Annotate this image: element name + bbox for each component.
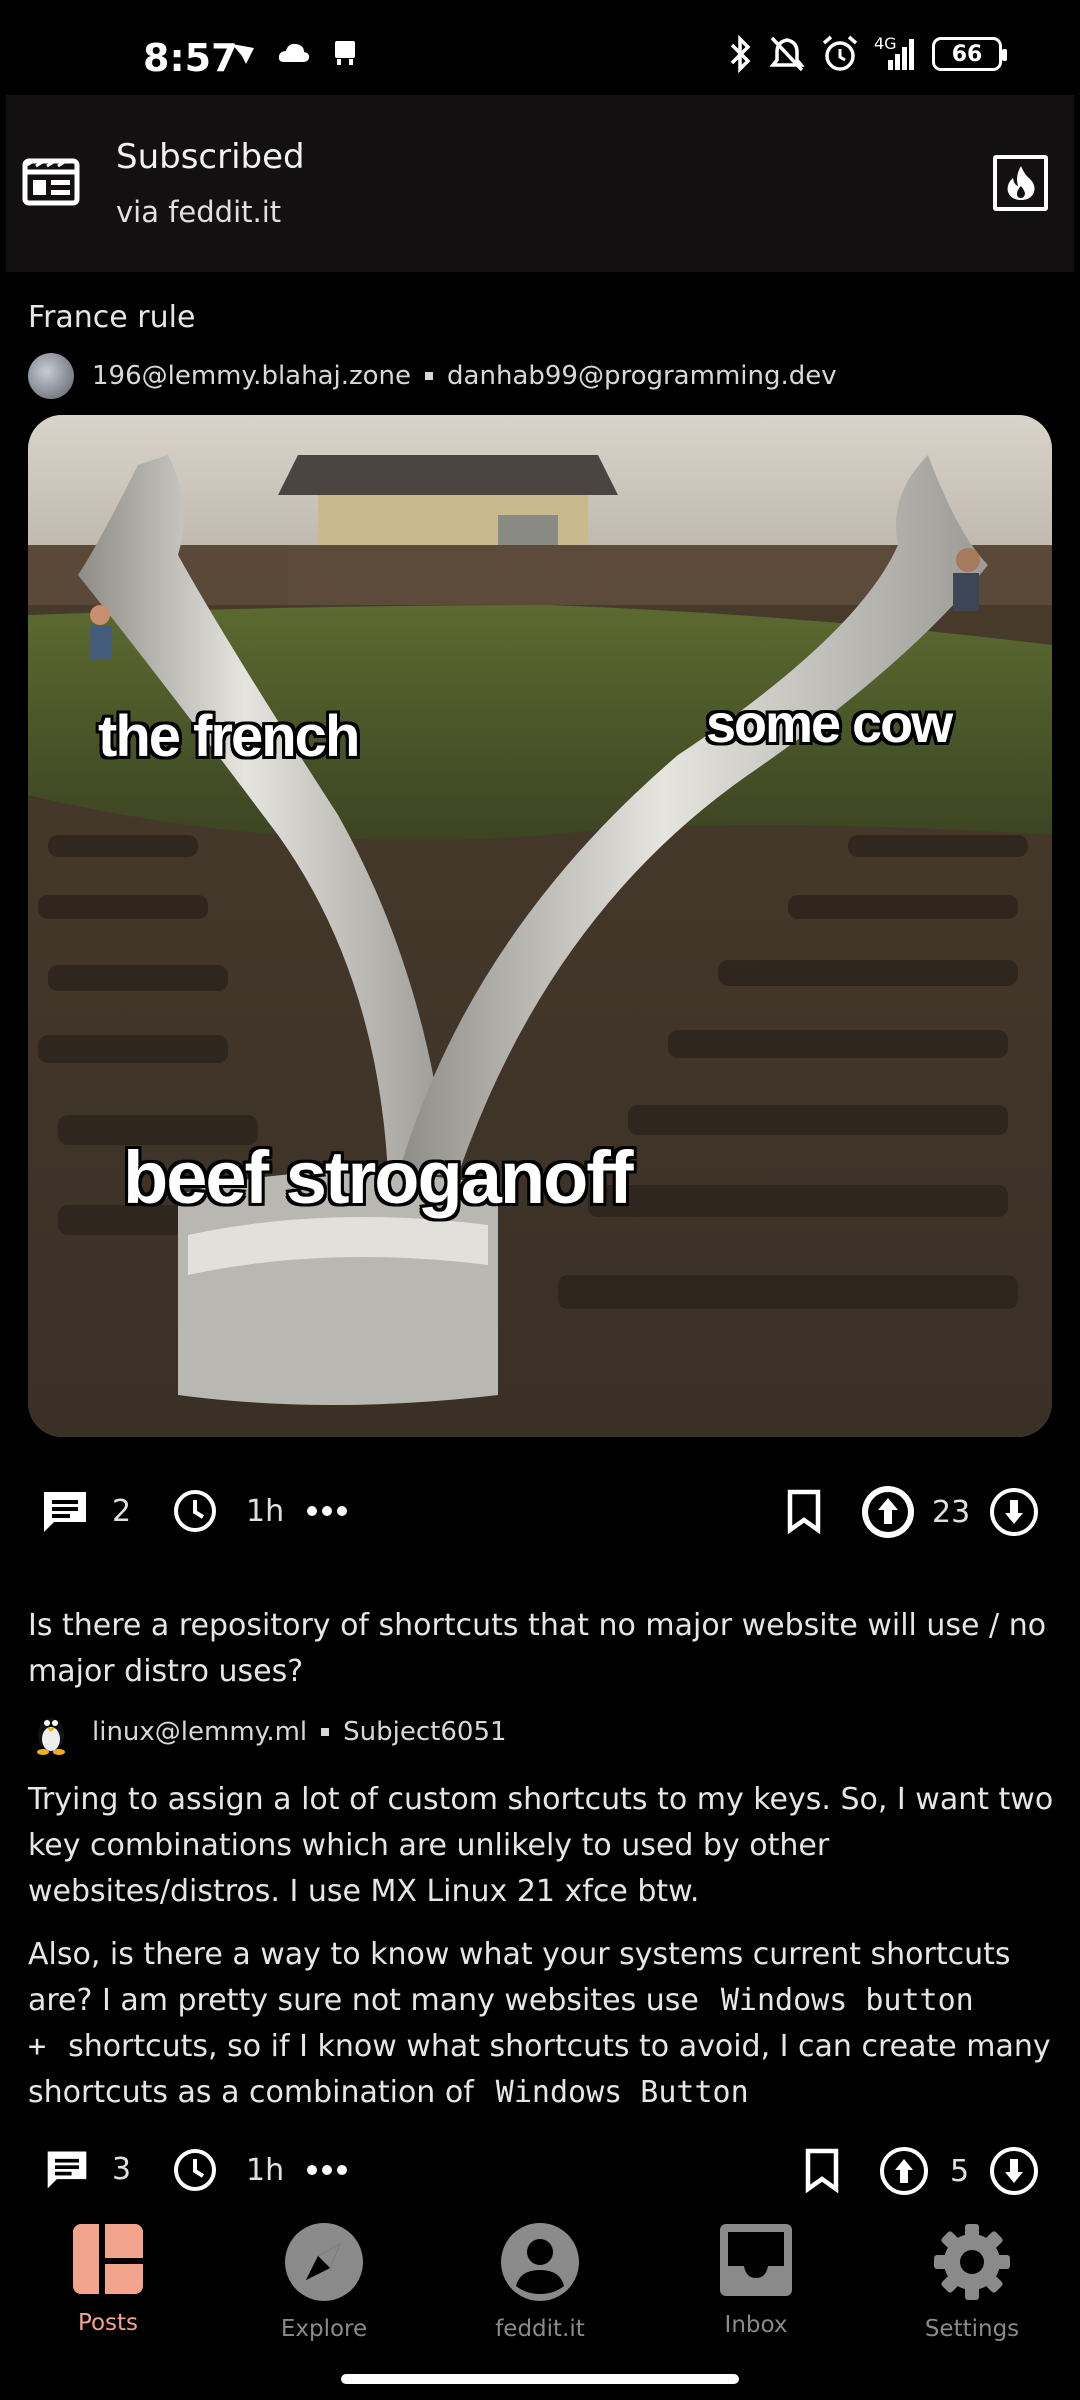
clock-icon <box>174 2149 216 2191</box>
inline-code: Windows Button <box>495 2075 749 2110</box>
meme-slide-illustration <box>28 415 1052 1437</box>
comments-button[interactable]: 2 <box>40 1488 131 1534</box>
alarm-icon <box>822 35 858 71</box>
author-link[interactable]: danhab99@programming.dev <box>447 361 837 391</box>
save-button[interactable] <box>784 1488 824 1534</box>
nav-posts[interactable]: Posts <box>23 2222 193 2336</box>
score: 5 <box>950 2153 970 2189</box>
notification-icon <box>232 44 254 64</box>
upvote-button[interactable]: 23 <box>860 1484 970 1540</box>
community-link[interactable]: 196@lemmy.blahaj.zone <box>92 361 411 391</box>
upvote-icon <box>862 1486 914 1538</box>
downvote-icon <box>990 1488 1038 1536</box>
save-button[interactable] <box>802 2147 842 2193</box>
comment-count: 2 <box>112 1493 132 1529</box>
network-type: 4G <box>874 34 897 53</box>
clock-icon <box>174 1490 216 1532</box>
nav-label: Settings <box>924 2316 1020 2342</box>
post-title[interactable]: Is there a repository of shortcuts that … <box>28 1603 1058 1695</box>
post-body-paragraph: Also, is there a way to know what your s… <box>28 1932 1058 2116</box>
nav-label: Explore <box>280 2316 368 2342</box>
comments-button[interactable]: 3 <box>44 2147 131 2191</box>
signal-indicator: 4G <box>874 34 918 74</box>
more-options-button[interactable] <box>306 1494 348 1528</box>
feed-icon <box>22 158 80 206</box>
post-age: 1h <box>172 2147 284 2193</box>
score: 23 <box>932 1494 971 1530</box>
bluetooth-icon <box>730 34 751 74</box>
nav-inbox[interactable]: Inbox <box>671 2222 841 2338</box>
app-notification-icon <box>335 41 355 65</box>
post-meta: 196@lemmy.blahaj.zone danhab99@programmi… <box>28 353 837 399</box>
comment-count: 3 <box>112 2151 132 2187</box>
sort-button[interactable] <box>993 155 1048 211</box>
community-link[interactable]: linux@lemmy.ml <box>92 1717 307 1747</box>
status-time: 8:57 <box>143 36 238 80</box>
gear-icon <box>934 2224 1010 2300</box>
more-icon <box>307 2165 347 2175</box>
post-age: 1h <box>172 1488 284 1534</box>
post-body-paragraph: Trying to assign a lot of custom shortcu… <box>28 1782 1054 1909</box>
meta-separator <box>321 1728 330 1736</box>
downvote-button[interactable] <box>988 1486 1040 1538</box>
status-system-icons: 4G 66 <box>726 34 1007 74</box>
meme-label-some-cow: some cow <box>706 694 953 754</box>
fire-icon <box>1007 166 1034 200</box>
downvote-button[interactable] <box>988 2145 1040 2197</box>
meta-separator <box>425 372 434 380</box>
home-indicator[interactable] <box>341 2374 739 2384</box>
nav-label: Posts <box>77 2310 139 2336</box>
nav-label: Inbox <box>724 2312 788 2338</box>
post-actions: 3 1h 5 <box>0 2137 1080 2207</box>
status-notification-icons <box>228 38 360 68</box>
age-label: 1h <box>246 1493 285 1529</box>
posts-icon <box>73 2224 143 2294</box>
nav-settings[interactable]: Settings <box>887 2222 1057 2342</box>
post-title[interactable]: France rule <box>28 295 195 341</box>
nav-explore[interactable]: Explore <box>239 2222 409 2342</box>
account-icon <box>501 2223 579 2301</box>
battery-indicator: 66 <box>932 37 1007 71</box>
comment-icon <box>47 2151 87 2189</box>
compass-icon <box>285 2223 363 2301</box>
feed-title: Subscribed <box>116 137 305 177</box>
status-bar: 8:57 4G 66 <box>0 0 1080 95</box>
more-options-button[interactable] <box>306 2153 348 2187</box>
feed-subtitle: via feddit.it <box>116 195 282 229</box>
mute-bell-icon <box>769 36 805 72</box>
nav-label: feddit.it <box>495 2316 585 2342</box>
feed-header[interactable]: Subscribed via feddit.it <box>6 95 1074 272</box>
linux-penguin-icon[interactable] <box>28 1709 74 1755</box>
downvote-icon <box>990 2147 1038 2195</box>
post-meta: linux@lemmy.ml Subject6051 <box>28 1709 507 1755</box>
bookmark-icon <box>787 1489 821 1534</box>
inbox-icon <box>720 2224 792 2296</box>
post-actions: 2 1h 23 <box>0 1476 1080 1546</box>
upvote-icon <box>880 2147 928 2195</box>
bookmark-icon <box>805 2148 839 2193</box>
meme-label-beef-stroganoff: beef stroganoff <box>123 1136 634 1219</box>
author-link[interactable]: Subject6051 <box>343 1717 506 1747</box>
post-image[interactable]: the french some cow beef stroganoff <box>28 415 1052 1437</box>
meme-label-the-french: the french <box>98 704 360 769</box>
comment-icon <box>44 1492 86 1532</box>
nav-account[interactable]: feddit.it <box>455 2222 625 2342</box>
bottom-navigation: Posts Explore feddit.it Inbox Settings <box>0 2200 1080 2400</box>
more-icon <box>307 1506 347 1516</box>
upvote-button[interactable]: 5 <box>878 2145 969 2197</box>
community-avatar[interactable] <box>28 353 74 399</box>
age-label: 1h <box>246 2152 285 2188</box>
cloud-icon <box>278 43 310 62</box>
